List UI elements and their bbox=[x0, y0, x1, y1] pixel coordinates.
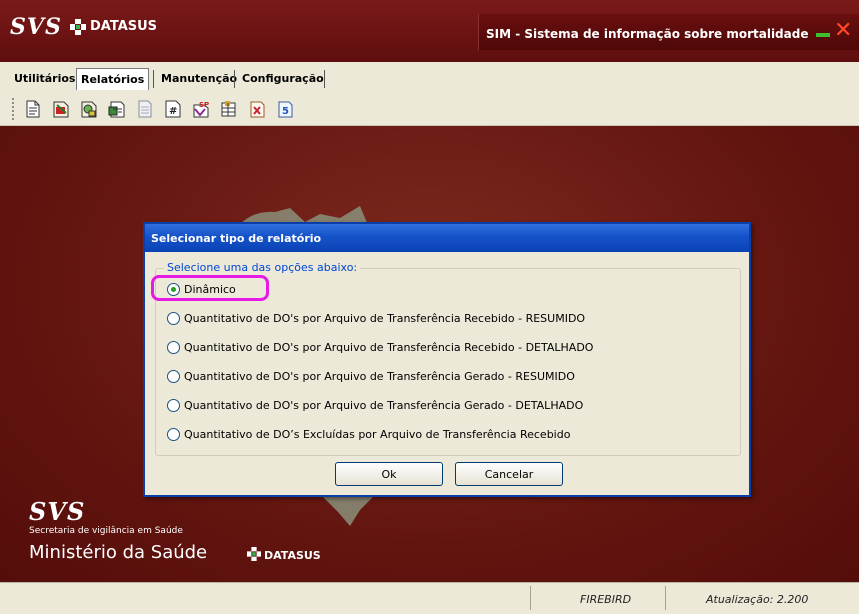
window-title: SIM - Sistema de informação sobre mortal… bbox=[486, 27, 809, 41]
option-label: Quantitativo de DO's por Arquivo de Tran… bbox=[184, 311, 586, 325]
svs-logo: SVS bbox=[10, 14, 62, 40]
radio-button[interactable] bbox=[167, 398, 180, 412]
report-edit-icon[interactable] bbox=[52, 99, 70, 119]
report-type-dialog: Selecionar tipo de relatório Selecione u… bbox=[143, 222, 751, 497]
report-search-icon[interactable] bbox=[80, 99, 98, 119]
table-report-icon[interactable] bbox=[220, 99, 238, 119]
app-window: SVS DATASUS SIM - Sistema de informação … bbox=[0, 0, 859, 614]
datasus-brand: DATASUS bbox=[90, 19, 158, 34]
sp-report-icon[interactable]: SP bbox=[192, 99, 210, 119]
x-report-icon[interactable] bbox=[248, 99, 266, 119]
tab-manutencao[interactable]: Manutenção bbox=[157, 68, 241, 90]
tab-relatorios[interactable]: Relatórios bbox=[76, 68, 150, 90]
report-icon[interactable] bbox=[24, 99, 42, 119]
option-label: Dinâmico bbox=[184, 282, 236, 296]
option-gerado-resumido[interactable]: Quantitativo de DO's por Arquivo de Tran… bbox=[167, 367, 575, 385]
dialog-title: Selecionar tipo de relatório bbox=[151, 232, 322, 245]
option-excluidas[interactable]: Quantitativo de DO’s Excluídas por Arqui… bbox=[167, 425, 570, 443]
option-recebido-resumido[interactable]: Quantitativo de DO's por Arquivo de Tran… bbox=[167, 309, 585, 327]
svg-text:SP: SP bbox=[199, 101, 209, 109]
radio-button[interactable] bbox=[167, 282, 180, 296]
tab-separator bbox=[324, 70, 325, 88]
radio-button[interactable] bbox=[167, 340, 180, 354]
close-button[interactable]: ✕ bbox=[834, 20, 852, 42]
option-label: Quantitativo de DO's por Arquivo de Tran… bbox=[184, 340, 594, 354]
option-label: Quantitativo de DO's por Arquivo de Tran… bbox=[184, 369, 575, 383]
datasus-logo-icon bbox=[70, 19, 86, 35]
ok-button[interactable]: Ok bbox=[335, 462, 443, 486]
options-group-caption: Selecione uma das opções abaixo: bbox=[164, 261, 361, 274]
option-label: Quantitativo de DO's por Arquivo de Tran… bbox=[184, 398, 584, 412]
tab-utilitarios[interactable]: Utilitários bbox=[10, 68, 79, 90]
secretaria-label: Secretaria de vigilância em Saúde bbox=[29, 526, 183, 536]
svg-text:5: 5 bbox=[282, 106, 289, 117]
hash-report-icon[interactable]: # bbox=[164, 99, 182, 119]
ok-label: Ok bbox=[381, 467, 397, 481]
option-recebido-detalhado[interactable]: Quantitativo de DO's por Arquivo de Tran… bbox=[167, 338, 593, 356]
cancel-button[interactable]: Cancelar bbox=[455, 462, 563, 486]
minimize-button[interactable] bbox=[816, 33, 830, 37]
option-dinamico[interactable]: Dinâmico bbox=[167, 280, 236, 298]
cancel-label: Cancelar bbox=[484, 467, 534, 481]
ministerio-label: Ministério da Saúde bbox=[29, 542, 208, 563]
status-database: FIREBIRD bbox=[580, 593, 632, 606]
toolbar bbox=[0, 92, 859, 126]
status-update: Atualização: 2.200 bbox=[706, 593, 809, 606]
radio-button[interactable] bbox=[167, 311, 180, 325]
report-export-icon[interactable] bbox=[108, 99, 126, 119]
s-report-icon[interactable]: 5 bbox=[276, 99, 294, 119]
tab-separator bbox=[234, 70, 235, 88]
radio-button[interactable] bbox=[167, 369, 180, 383]
toolbar-grip[interactable] bbox=[12, 98, 14, 120]
datasus-brand: DATASUS bbox=[264, 549, 321, 562]
option-gerado-detalhado[interactable]: Quantitativo de DO's por Arquivo de Tran… bbox=[167, 396, 583, 414]
datasus-logo-icon bbox=[247, 547, 261, 561]
svs-brand-logo: SVS bbox=[29, 497, 86, 526]
document-icon[interactable] bbox=[136, 99, 154, 119]
tab-separator bbox=[153, 70, 154, 88]
svg-text:#: # bbox=[169, 106, 177, 117]
radio-button[interactable] bbox=[167, 427, 180, 441]
title-bar: SVS DATASUS SIM - Sistema de informação … bbox=[0, 0, 859, 62]
option-label: Quantitativo de DO’s Excluídas por Arqui… bbox=[184, 427, 571, 441]
tab-configuracao[interactable]: Configuração bbox=[238, 68, 328, 90]
